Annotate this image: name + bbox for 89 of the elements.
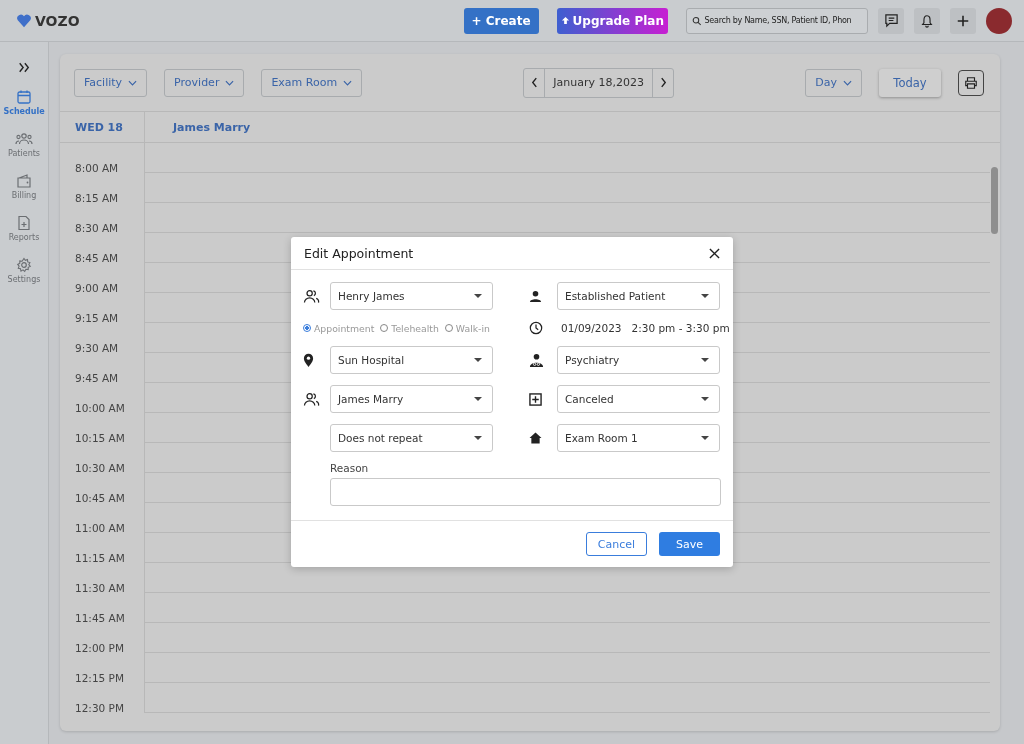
sidebar-item[interactable]: Settings	[7, 257, 41, 295]
time-label: 9:00 AM	[60, 263, 145, 293]
document-plus-icon	[16, 215, 32, 231]
patient-select[interactable]: Henry James	[330, 282, 493, 310]
expand-icon[interactable]	[18, 62, 30, 73]
provider-heading: James Marry	[171, 120, 251, 134]
sidebar-item[interactable]: Billing	[11, 173, 37, 211]
search-field[interactable]: Search by Name, SSN, Patient ID, Phon	[686, 7, 868, 34]
filter-dropdown[interactable]: Exam Room	[261, 68, 363, 97]
appointment-date: 01/09/2023	[561, 322, 622, 334]
exam-room-select[interactable]: Exam Room 1	[557, 424, 720, 452]
wallet-icon	[16, 173, 32, 189]
facility-select[interactable]: Sun Hospital	[330, 346, 493, 374]
view-dropdown[interactable]: Day	[805, 68, 862, 97]
current-date: January 18,2023	[544, 68, 654, 97]
time-label: 11:30 AM	[60, 563, 145, 593]
dialog-title: Edit Appointment	[304, 245, 414, 261]
visit-type-radio[interactable]: Appointment	[303, 322, 375, 334]
visit-type-radio[interactable]: Walk-in	[444, 322, 490, 334]
doctor-icon	[529, 352, 544, 368]
bell-icon	[920, 13, 934, 28]
status-select[interactable]: Canceled	[557, 385, 720, 413]
cancel-button[interactable]: Cancel	[586, 532, 647, 556]
chat-icon	[883, 13, 899, 28]
messages-button[interactable]	[878, 7, 904, 34]
calendar-icon	[16, 89, 32, 105]
person-icon	[529, 289, 542, 303]
filter-dropdown[interactable]: Provider	[164, 68, 245, 97]
sidebar-item[interactable]: Schedule	[3, 89, 45, 127]
search-input[interactable]: Search by Name, SSN, Patient ID, Phon	[704, 16, 864, 25]
filter-dropdown[interactable]: Facility	[74, 68, 148, 97]
repeat-select[interactable]: Does not repeat	[330, 424, 493, 452]
settings-icon	[16, 257, 32, 273]
chevron-left-icon	[530, 77, 538, 88]
heart-logo-icon	[16, 13, 32, 28]
time-label: 10:00 AM	[60, 383, 145, 413]
home-icon	[529, 432, 542, 444]
people-icon	[303, 391, 320, 407]
printer-icon	[964, 75, 978, 90]
add-button[interactable]	[950, 7, 976, 34]
chevron-down-icon	[225, 79, 235, 86]
upgrade-plan-button[interactable]: Upgrade Plan	[556, 7, 668, 34]
print-button[interactable]	[958, 69, 984, 96]
today-button[interactable]: Today	[879, 68, 941, 97]
time-label: 8:30 AM	[60, 203, 145, 233]
time-label: 12:30 PM	[60, 683, 145, 713]
chevron-down-icon	[843, 79, 852, 86]
specialty-select[interactable]: Psychiatry	[557, 346, 720, 374]
time-label: 10:30 AM	[60, 443, 145, 473]
time-label: 11:15 AM	[60, 533, 145, 563]
visit-type-radio[interactable]: Telehealth	[380, 322, 439, 334]
create-button[interactable]: + Create	[463, 7, 539, 34]
time-label: 9:30 AM	[60, 323, 145, 353]
reason-label: Reason	[330, 462, 370, 474]
reason-field[interactable]	[330, 478, 721, 506]
patient-type-select[interactable]: Established Patient	[557, 282, 720, 310]
appointment-time: 2:30 pm - 3:30 pm	[631, 322, 730, 334]
provider-select[interactable]: James Marry	[330, 385, 493, 413]
notifications-button[interactable]	[914, 7, 940, 34]
sidebar-item[interactable]: Reports	[8, 215, 40, 253]
time-label: 9:15 AM	[60, 293, 145, 323]
time-label: 9:45 AM	[60, 353, 145, 383]
people-icon	[303, 288, 320, 304]
time-label: 8:45 AM	[60, 233, 145, 263]
clock-icon	[529, 321, 543, 335]
chevron-right-icon	[659, 77, 667, 88]
time-label: 12:15 PM	[60, 653, 145, 683]
chevron-down-icon	[128, 79, 138, 86]
time-label: 10:45 AM	[60, 473, 145, 503]
user-avatar[interactable]	[986, 7, 1012, 34]
time-label: 10:15 AM	[60, 413, 145, 443]
time-label: 12:00 PM	[60, 623, 145, 653]
time-label: 8:00 AM	[60, 143, 145, 173]
chevron-down-icon	[343, 79, 353, 86]
save-button[interactable]: Save	[659, 532, 720, 556]
time-label: 11:45 AM	[60, 593, 145, 623]
plus-icon	[956, 13, 970, 28]
sidebar-item[interactable]: Patients	[8, 131, 40, 169]
search-icon	[692, 15, 702, 26]
time-label: 8:15 AM	[60, 173, 145, 203]
time-label: 11:00 AM	[60, 503, 145, 533]
location-pin-icon	[303, 352, 314, 368]
up-arrow-icon	[560, 16, 570, 25]
people-icon	[15, 131, 33, 147]
brand-name: VOZO	[35, 12, 80, 29]
day-heading: WED 18	[60, 112, 145, 142]
scrollbar-thumb[interactable]	[991, 167, 998, 234]
plus-box-icon	[529, 392, 542, 406]
close-icon[interactable]	[709, 247, 720, 259]
